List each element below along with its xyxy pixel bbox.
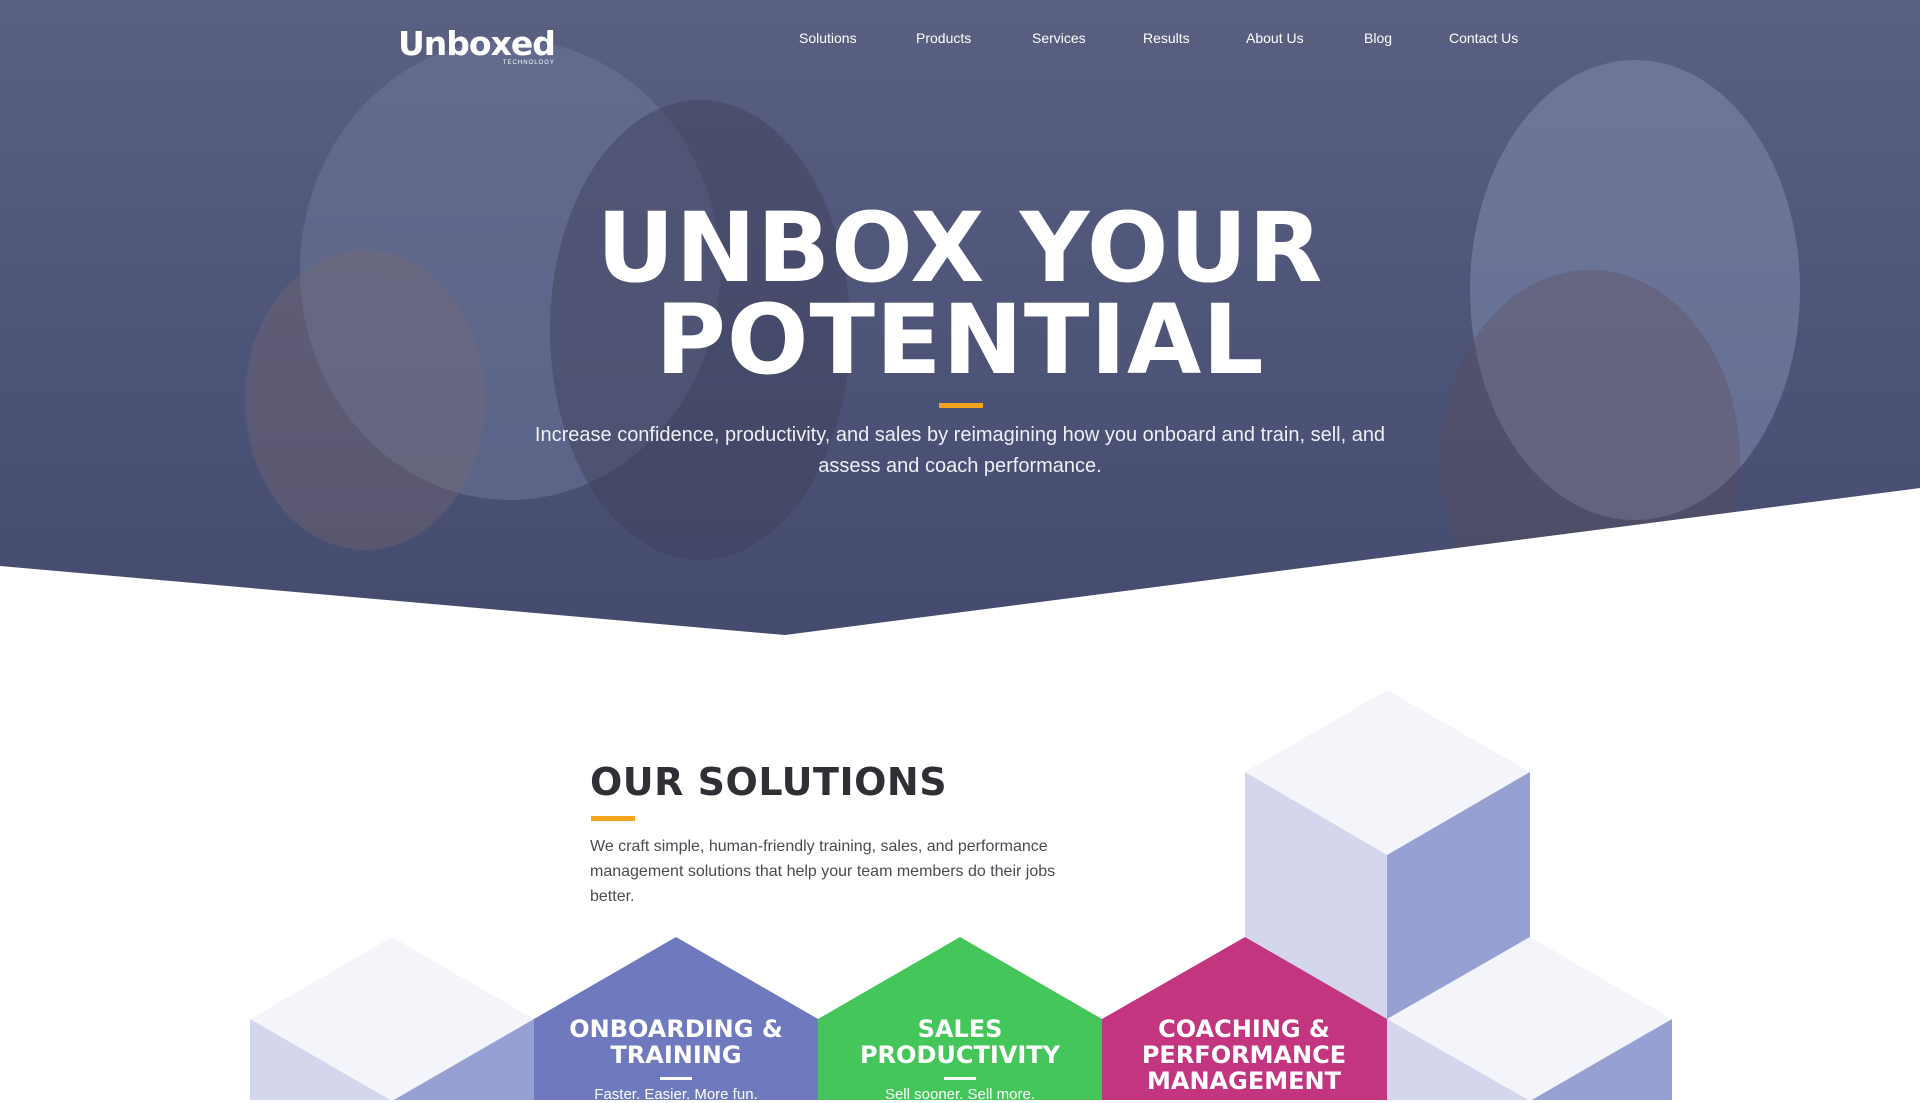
nav-contact-us[interactable]: Contact Us (1449, 30, 1518, 46)
cube-top-right-left (1245, 772, 1387, 1020)
hero-subtitle: Increase confidence, productivity, and s… (534, 424, 1386, 477)
cube-left-left (250, 1019, 392, 1100)
hero-accent-rule (939, 403, 983, 408)
nav-services[interactable]: Services (1032, 30, 1086, 46)
hero-title-line1: UNBOX YOUR (596, 192, 1324, 304)
brand-tagline: TECHNOLOGY (502, 60, 555, 66)
solution-card-coaching[interactable]: COACHING & PERFORMANCE MANAGEMENT (1102, 1016, 1386, 1100)
hero-title-line2: POTENTIAL (655, 284, 1265, 396)
cube-lower-right-top (1387, 937, 1672, 1100)
card-onboarding-tagline: Faster. Easier. More fun. (594, 1086, 758, 1103)
cube-left-top (250, 937, 534, 1100)
hero-title: UNBOX YOUR POTENTIAL (0, 192, 1920, 396)
card-coaching-line2: PERFORMANCE (1141, 1041, 1347, 1069)
cube-left-right (392, 1019, 534, 1100)
card-sales-line1: SALES (917, 1015, 1003, 1043)
main-nav: Solutions Products Services Results Abou… (0, 30, 1920, 50)
nav-solutions[interactable]: Solutions (799, 30, 857, 46)
card-coaching-line3: MANAGEMENT (1147, 1067, 1341, 1095)
card-onboarding-line1: ONBOARDING & (569, 1015, 783, 1043)
nav-results[interactable]: Results (1143, 30, 1190, 46)
card-sales-line2: PRODUCTIVITY (859, 1041, 1061, 1069)
nav-products[interactable]: Products (916, 30, 971, 46)
nav-blog[interactable]: Blog (1364, 30, 1392, 46)
nav-about-us[interactable]: About Us (1246, 30, 1304, 46)
solutions-accent-rule (591, 816, 635, 821)
card-sales-rule (944, 1077, 976, 1080)
solutions-description: We craft simple, human-friendly training… (590, 838, 1056, 905)
card-coaching-line1: COACHING & (1158, 1015, 1330, 1043)
cube-lower-right-right (1530, 1019, 1672, 1100)
solutions-title: OUR SOLUTIONS (590, 760, 948, 804)
solution-card-sales[interactable]: SALES PRODUCTIVITY Sell sooner. Sell mor… (818, 1015, 1102, 1103)
cube-top-right-top (1245, 690, 1530, 855)
hero-section: Unboxed TECHNOLOGY Solutions Products Se… (0, 0, 1920, 640)
card-onboarding-line2: TRAINING (610, 1041, 742, 1069)
solution-card-onboarding[interactable]: ONBOARDING & TRAINING Faster. Easier. Mo… (534, 1015, 818, 1103)
cube-top-right-right (1387, 772, 1530, 1020)
card-onboarding-rule (660, 1077, 692, 1080)
card-sales-tagline: Sell sooner. Sell more. (884, 1086, 1036, 1103)
cube-lower-right-left (1387, 1019, 1530, 1100)
